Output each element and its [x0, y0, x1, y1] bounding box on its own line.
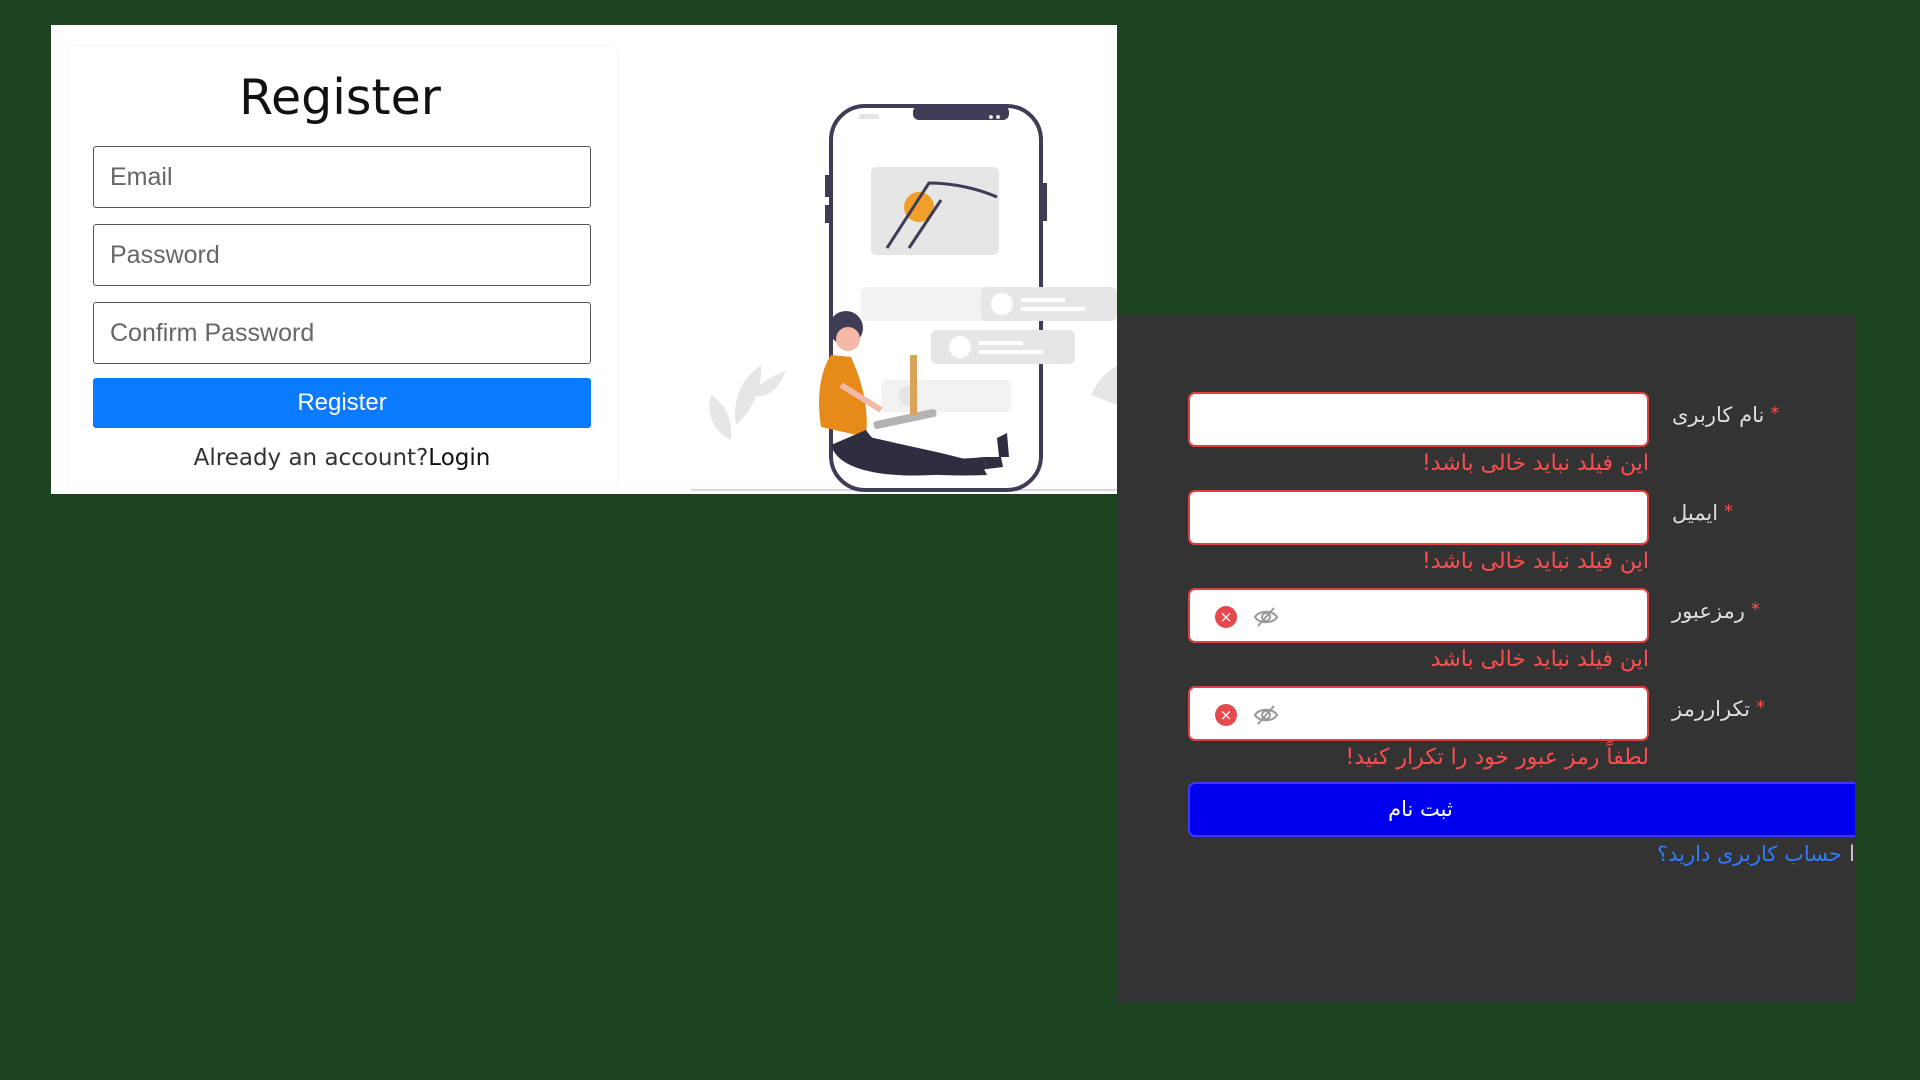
required-star: * [1750, 599, 1760, 620]
password-placeholder: Password [110, 240, 220, 269]
submit-register-button[interactable]: ثبت نام [1188, 782, 1855, 837]
close-circle-icon[interactable]: × [1215, 606, 1237, 628]
submit-register-label: ثبت نام [1388, 797, 1453, 821]
password-field-fa[interactable]: × [1188, 588, 1649, 643]
password-field[interactable]: Password [93, 224, 591, 286]
register-title: Register [239, 69, 441, 126]
password-label-text: رمزعبور [1672, 599, 1745, 623]
email-placeholder: Email [110, 162, 173, 191]
username-label: *نام کاربری [1672, 403, 1779, 427]
required-star: * [1755, 697, 1765, 718]
required-star: * [1770, 403, 1780, 424]
eye-invisible-icon[interactable] [1253, 702, 1279, 728]
english-register-card: Register Email Password Confirm Password… [51, 25, 1117, 494]
email-field[interactable]: Email [93, 146, 591, 208]
eye-invisible-icon[interactable] [1253, 604, 1279, 630]
required-star: * [1724, 501, 1734, 522]
close-circle-icon[interactable]: × [1215, 704, 1237, 726]
persian-register-card: *نام کاربری این فیلد نباید خالی باشد! *ا… [1117, 315, 1855, 1003]
already-account-line: Already an account?Login [93, 445, 591, 471]
confirm-label-fa: *تکراررمز [1672, 697, 1765, 721]
register-button[interactable]: Register [93, 378, 591, 428]
username-field[interactable] [1188, 392, 1649, 447]
confirm-label-text: تکراررمز [1672, 697, 1750, 721]
phone-illustration [691, 104, 1117, 492]
link-tail-text: l [1849, 842, 1855, 866]
password-label-fa: *رمزعبور [1672, 599, 1760, 623]
username-label-text: نام کاربری [1672, 403, 1765, 427]
confirm-password-field-fa[interactable]: × [1188, 686, 1649, 741]
login-link[interactable]: Login [428, 445, 490, 471]
confirm-error: لطفاً رمز عبور خود را تکرار کنید! [1345, 745, 1649, 770]
email-label-text: ایمیل [1672, 501, 1719, 525]
have-account-link[interactable]: حساب کاربری دارید؟ [1657, 842, 1842, 866]
email-field-fa[interactable] [1188, 490, 1649, 545]
password-error: این فیلد نباید خالی باشد [1430, 647, 1649, 672]
already-account-text: Already an account? [193, 445, 429, 471]
confirm-password-placeholder: Confirm Password [110, 318, 315, 347]
username-error: این فیلد نباید خالی باشد! [1421, 451, 1649, 476]
confirm-password-field[interactable]: Confirm Password [93, 302, 591, 364]
email-label-fa: *ایمیل [1672, 501, 1733, 525]
email-error: این فیلد نباید خالی باشد! [1421, 549, 1649, 574]
